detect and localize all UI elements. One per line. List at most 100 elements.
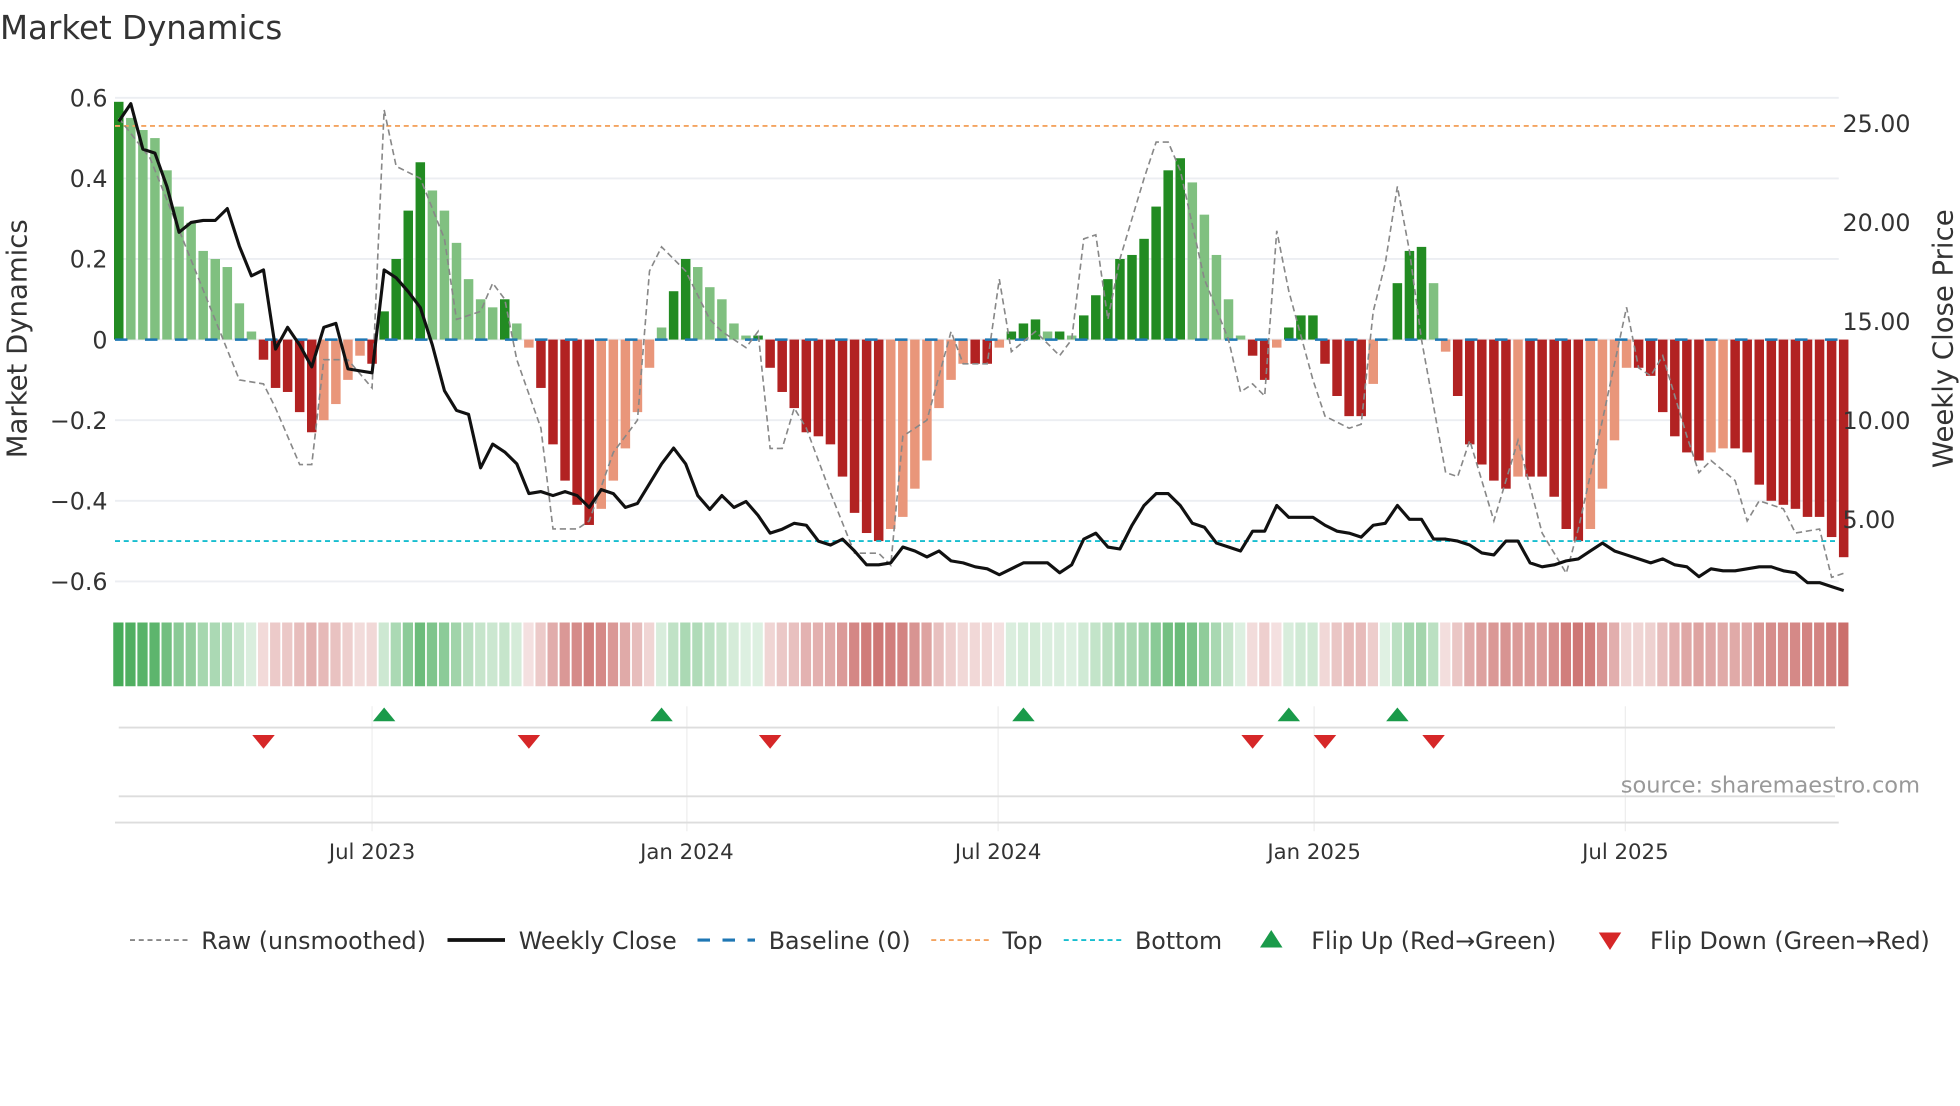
heat-strip-cell	[1319, 622, 1330, 687]
heat-strip-cell	[221, 622, 233, 687]
heat-strip-cell	[523, 622, 534, 687]
dynamics-bar	[1211, 254, 1222, 340]
dynamics-bar	[825, 339, 836, 445]
dynamics-bar	[1103, 279, 1113, 340]
x-tick-label: Jul 2024	[953, 840, 1041, 865]
dynamics-bar	[1585, 339, 1596, 529]
flip-up-marker	[1386, 707, 1409, 722]
dynamics-bar	[1754, 339, 1764, 485]
heat-strip-cell	[1609, 622, 1620, 687]
x-tick-label: Jan 2025	[1265, 840, 1361, 865]
y-tick-label: 0.6	[70, 85, 108, 113]
heat-strip-cell	[1391, 622, 1403, 687]
dynamics-bar	[1440, 339, 1451, 352]
dynamics-bar	[572, 339, 582, 505]
heat-strip-cell	[1198, 622, 1210, 687]
heat-strip-cell	[233, 622, 245, 687]
flip-down-marker	[1313, 735, 1337, 749]
dynamics-bar	[548, 339, 558, 445]
dynamics-bar	[1344, 339, 1354, 417]
heat-strip-cell	[1548, 622, 1559, 687]
y2-axis-label: Weekly Close Price	[1928, 209, 1960, 468]
heat-strip-cell	[1054, 622, 1065, 687]
dynamics-bar	[126, 117, 136, 340]
dynamics-bar	[1694, 339, 1704, 461]
heat-strip-cell	[933, 622, 944, 687]
heat-strip-cell	[885, 622, 896, 687]
heat-strip-cell	[1838, 622, 1849, 687]
heat-strip-cell	[1186, 622, 1198, 687]
heat-strip-cell	[752, 622, 763, 687]
dynamics-bar	[1802, 339, 1813, 517]
flip-up-marker	[1012, 707, 1035, 722]
heat-strip-cell	[1717, 622, 1728, 687]
dynamics-bar	[355, 339, 365, 356]
heat-strip-cell	[511, 622, 522, 687]
heat-strip-cell	[1259, 622, 1270, 687]
heat-strip-cell	[1066, 622, 1077, 687]
heat-strip-cell	[800, 622, 812, 687]
dynamics-bar	[1561, 339, 1571, 529]
heat-strip-cell	[1078, 622, 1089, 687]
dynamics-bar	[1790, 339, 1801, 509]
flip-down-marker	[252, 735, 275, 749]
dynamics-bar	[1465, 339, 1475, 445]
heat-strip-cell	[1114, 622, 1125, 687]
heat-strip-cell	[197, 622, 208, 687]
dynamics-bar	[1477, 339, 1487, 465]
flip-up-marker	[372, 707, 396, 722]
heat-strip-cell	[1440, 622, 1451, 687]
dynamics-bar	[379, 311, 389, 340]
heat-strip-cell	[149, 622, 160, 687]
heat-strip-cell	[1247, 622, 1258, 687]
dynamics-bar	[512, 323, 522, 340]
legend: Raw (unsmoothed) Weekly Close Baseline (0)…	[130, 927, 1930, 955]
heat-strip-cell	[330, 622, 341, 687]
legend-flip-down-icon	[1598, 932, 1622, 950]
heat-strip-cell	[1560, 622, 1571, 687]
heat-strip-cell	[535, 622, 546, 687]
heat-strip-cell	[1512, 622, 1523, 687]
dynamics-bar	[331, 339, 341, 405]
dynamics-bar	[1332, 339, 1342, 396]
dynamics-bar	[1018, 323, 1029, 340]
dynamics-bar	[246, 331, 257, 340]
flip-up-marker	[1277, 707, 1301, 722]
heat-strip-cell	[270, 622, 281, 687]
dynamics-bar	[1452, 339, 1463, 396]
dynamics-bar	[463, 279, 474, 340]
heat-strip-cell	[1765, 622, 1777, 687]
dynamics-bar	[608, 339, 619, 481]
dynamics-bar	[1525, 339, 1535, 477]
y-tick-label: −0.2	[50, 407, 108, 435]
heat-strip-cell	[487, 622, 498, 687]
dynamics-bar	[898, 339, 908, 517]
heat-strip-cell	[1524, 622, 1535, 687]
legend-flip-up-icon	[1260, 930, 1283, 948]
dynamics-bar	[1489, 339, 1499, 481]
dynamics-bar	[922, 339, 932, 461]
heat-strip-cell	[318, 622, 329, 687]
y2-tick-label: 5.00	[1843, 506, 1896, 534]
heat-strip-cell	[619, 622, 631, 687]
heat-strip-cell	[957, 622, 968, 687]
dynamics-bar	[198, 250, 208, 340]
heat-strip-cell	[764, 622, 775, 687]
dynamics-bar	[1730, 339, 1740, 449]
heat-strip-cell	[1428, 622, 1439, 687]
source-label: source: sharemaestro.com	[1621, 773, 1920, 799]
heat-strip-cell	[1090, 622, 1101, 687]
heat-strip-cell	[463, 622, 474, 687]
heat-strip-cell	[1741, 622, 1752, 687]
dynamics-bar	[1127, 254, 1137, 340]
x-tick-label: Jan 2024	[638, 840, 734, 865]
heat-strip-cell	[354, 622, 365, 687]
heat-strip-cell	[1621, 622, 1632, 687]
dynamics-bar	[560, 339, 570, 481]
heat-strip-cell	[607, 622, 619, 687]
heat-strip-cell	[1403, 622, 1415, 687]
dynamics-bar	[910, 339, 920, 489]
dynamics-bar	[644, 339, 655, 368]
heat-strip-cell	[1669, 622, 1680, 687]
heat-strip-cell	[583, 622, 594, 687]
